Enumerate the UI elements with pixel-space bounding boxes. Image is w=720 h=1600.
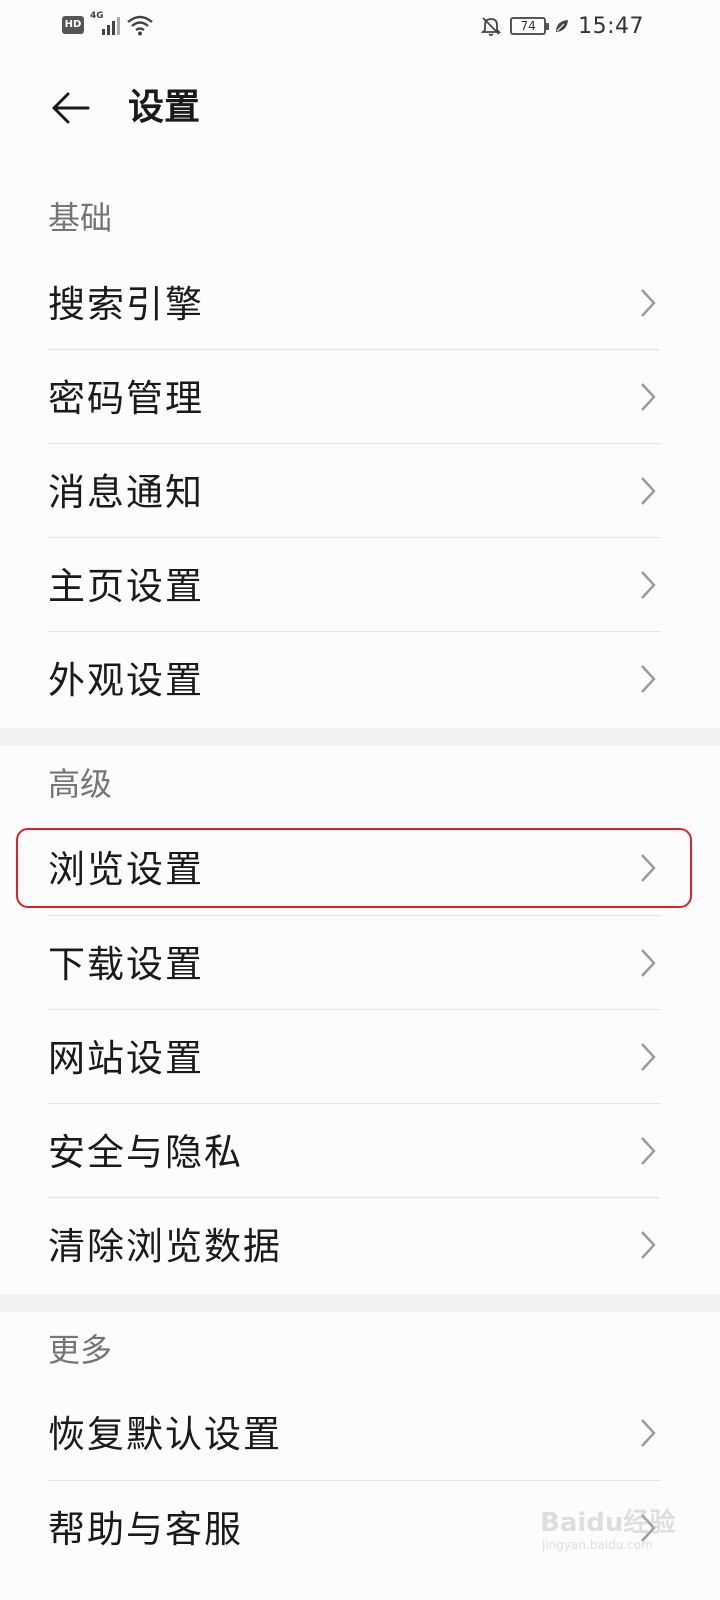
item-label: 安全与隐私 (48, 1131, 243, 1174)
watermark-text: Baidu经验 (540, 1508, 676, 1538)
app-header: 设置 (0, 68, 720, 148)
item-label: 清除浏览数据 (48, 1225, 282, 1268)
chevron-right-icon (641, 571, 656, 599)
mute-bell-icon (480, 17, 502, 36)
section-title-more: 更多 (48, 1331, 113, 1369)
item-label: 外观设置 (48, 659, 204, 702)
section-title-advanced: 高级 (48, 765, 113, 803)
item-label: 下载设置 (48, 943, 204, 986)
item-label: 恢复默认设置 (48, 1413, 282, 1456)
network-type: 4G (90, 11, 104, 21)
settings-item-sites[interactable]: 网站设置 (48, 1010, 660, 1104)
settings-item-restore-defaults[interactable]: 恢复默认设置 (48, 1386, 660, 1480)
clock: 15:47 (578, 13, 644, 39)
chevron-right-icon (641, 1419, 656, 1447)
wifi-icon (127, 15, 153, 36)
chevron-right-icon (641, 665, 656, 693)
chevron-right-icon (641, 1137, 656, 1165)
chevron-right-icon (641, 383, 656, 411)
settings-item-clear-data[interactable]: 清除浏览数据 (48, 1198, 660, 1292)
settings-item-homepage[interactable]: 主页设置 (48, 538, 660, 632)
item-label: 帮助与客服 (48, 1508, 243, 1551)
leaf-icon (556, 20, 569, 32)
battery-icon: 74 (510, 17, 550, 35)
settings-item-search-engine[interactable]: 搜索引擎 (48, 256, 660, 350)
chevron-right-icon (641, 949, 656, 977)
section-separator (0, 1294, 720, 1312)
hd-icon: HD (62, 16, 84, 34)
settings-item-password[interactable]: 密码管理 (48, 350, 660, 444)
status-left: HD 4G (62, 11, 154, 38)
status-bar: HD 4G 74 15:47 (0, 0, 720, 52)
chevron-right-icon (641, 289, 656, 317)
item-label: 网站设置 (48, 1037, 204, 1080)
baidu-watermark: Baidu经验 jingyan.baidu.com (540, 1494, 690, 1554)
settings-item-appearance[interactable]: 外观设置 (48, 632, 660, 726)
watermark-sub: jingyan.baidu.com (542, 1538, 653, 1552)
item-label: 消息通知 (48, 471, 204, 514)
page-title: 设置 (128, 87, 201, 128)
section-separator (0, 728, 720, 746)
item-label: 搜索引擎 (48, 283, 204, 326)
settings-item-downloads[interactable]: 下载设置 (48, 916, 660, 1010)
item-label: 主页设置 (48, 565, 204, 608)
status-right: 74 15:47 (480, 12, 644, 40)
section-title-basic: 基础 (48, 199, 113, 237)
item-label: 密码管理 (48, 377, 204, 420)
signal-icon: 4G (90, 11, 120, 37)
settings-item-privacy[interactable]: 安全与隐私 (48, 1104, 660, 1198)
chevron-right-icon (641, 1231, 656, 1259)
chevron-right-icon (641, 1043, 656, 1071)
chevron-right-icon (641, 477, 656, 505)
back-arrow-icon[interactable] (48, 86, 92, 130)
highlight-box (16, 828, 692, 908)
settings-item-notifications[interactable]: 消息通知 (48, 444, 660, 538)
